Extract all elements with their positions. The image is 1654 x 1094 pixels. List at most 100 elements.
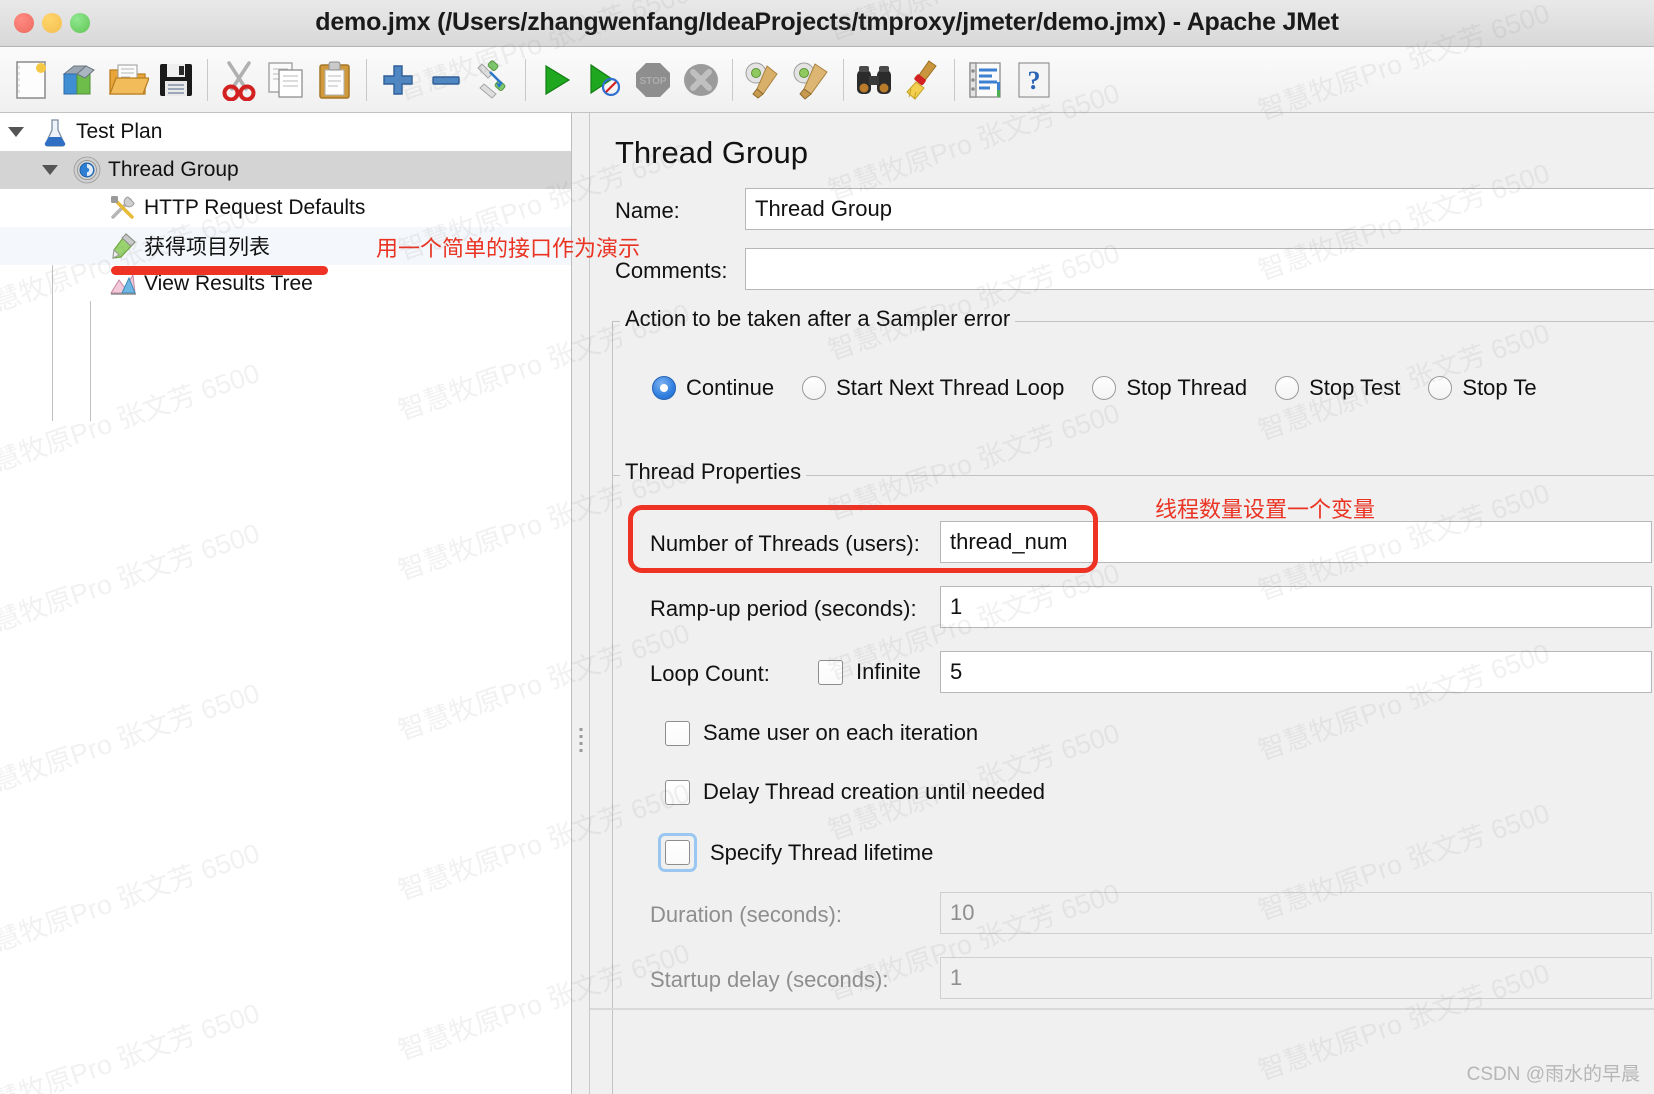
shutdown-icon	[684, 63, 718, 96]
specify-lifetime-focus-ring	[658, 833, 697, 872]
expand-all-button[interactable]	[374, 53, 422, 107]
radio-stop-test-now-label: Stop Te	[1462, 375, 1537, 400]
radio-stop-thread[interactable]: Stop Thread	[1092, 375, 1247, 401]
start-button[interactable]	[533, 53, 581, 107]
splitter-grip[interactable]	[579, 728, 582, 752]
toggle-icon	[477, 59, 506, 99]
stop-button[interactable]: STOP	[629, 53, 677, 107]
cut-button[interactable]	[215, 53, 263, 107]
radio-stop-test-label: Stop Test	[1309, 375, 1401, 400]
help-button[interactable]: ?	[1010, 53, 1058, 107]
thread-group-editor: Thread Group Name: Thread Group Comments…	[590, 113, 1654, 1094]
radio-stop-test[interactable]: Stop Test	[1275, 375, 1400, 401]
tree-node-test-plan[interactable]: Test Plan	[0, 113, 571, 151]
startup-delay-input[interactable]: 1	[940, 957, 1652, 999]
start-no-pauses-button[interactable]	[581, 53, 629, 107]
name-label: Name:	[615, 198, 680, 223]
svg-text:STOP: STOP	[639, 76, 666, 87]
clear-icon	[745, 62, 778, 99]
radio-start-next-thread-loop-label: Start Next Thread Loop	[836, 375, 1065, 400]
clear-button[interactable]	[740, 53, 788, 107]
play-icon	[545, 64, 571, 95]
infinite-checkbox[interactable]	[818, 659, 843, 685]
toggle-button[interactable]	[470, 53, 518, 107]
sampler-error-caption: Action to be taken after a Sampler error	[620, 306, 1016, 332]
delay-thread-label: Delay Thread creation until needed	[703, 779, 1046, 804]
clear-all-button[interactable]	[788, 53, 836, 107]
radio-stop-test-now-indicator[interactable]	[1428, 376, 1453, 400]
specify-lifetime-checkbox[interactable]	[665, 840, 690, 865]
function-helper-button[interactable]	[899, 53, 947, 107]
paste-button[interactable]	[311, 53, 359, 107]
tree-node-label: Thread Group	[108, 158, 239, 181]
sampler-underline-annotation	[111, 266, 328, 275]
thread-group-icon	[73, 156, 101, 184]
toolbar-separator	[843, 58, 844, 101]
delay-thread-checkbox[interactable]	[665, 779, 690, 805]
radio-continue-indicator[interactable]	[652, 376, 676, 400]
save-button[interactable]	[152, 53, 200, 107]
save-disk-icon	[160, 63, 192, 96]
toolbar-separator	[366, 58, 367, 101]
toggle-log-button[interactable]	[962, 53, 1010, 107]
duration-input[interactable]: 10	[940, 892, 1652, 934]
window-title: demo.jmx (/Users/zhangwenfang/IdeaProjec…	[315, 8, 1339, 36]
same-user-checkbox[interactable]	[665, 720, 690, 746]
window-title-bar: demo.jmx (/Users/zhangwenfang/IdeaProjec…	[0, 0, 1654, 47]
radio-stop-thread-label: Stop Thread	[1126, 375, 1248, 400]
radio-stop-thread-indicator[interactable]	[1092, 376, 1117, 400]
sampler-note-annotation: 用一个简单的接口作为演示	[376, 236, 641, 261]
ramp-up-input[interactable]: 1	[940, 586, 1652, 628]
radio-continue-label: Continue	[686, 375, 775, 400]
radio-continue[interactable]: Continue	[652, 375, 774, 401]
copy-button[interactable]	[263, 53, 311, 107]
number-of-threads-input[interactable]: thread_num	[940, 521, 1652, 563]
loop-count-input[interactable]: 5	[940, 651, 1652, 693]
copy-icon	[268, 61, 303, 98]
thread-properties-caption: Thread Properties	[620, 459, 807, 485]
name-input[interactable]: Thread Group	[745, 188, 1654, 230]
tree-node-thread-group[interactable]: Thread Group	[0, 151, 571, 189]
csdn-watermark: CSDN @雨水的早晨	[1466, 1064, 1640, 1085]
search-button[interactable]	[851, 53, 899, 107]
toolbar-separator	[954, 58, 955, 101]
group-border-left	[612, 321, 613, 481]
infinite-checkbox-item[interactable]: Infinite	[818, 659, 921, 685]
shutdown-button[interactable]	[677, 53, 725, 107]
collapse-all-button[interactable]	[422, 53, 470, 107]
stop-sign-icon: STOP	[636, 62, 670, 97]
help-icon: ?	[1018, 61, 1050, 98]
comments-input[interactable]	[745, 248, 1654, 290]
jmeter-window: demo.jmx (/Users/zhangwenfang/IdeaProjec…	[0, 0, 1654, 1094]
open-button[interactable]	[104, 53, 152, 107]
tree-node-http-request-defaults[interactable]: HTTP Request Defaults	[0, 189, 571, 227]
test-plan-icon	[44, 119, 66, 147]
new-button[interactable]	[8, 53, 56, 107]
radio-start-next-thread-loop[interactable]: Start Next Thread Loop	[802, 375, 1064, 401]
infinite-label: Infinite	[856, 659, 921, 684]
ramp-up-label: Ramp-up period (seconds):	[650, 596, 917, 621]
radio-start-next-thread-loop-indicator[interactable]	[802, 376, 827, 400]
sampler-error-radio-group[interactable]: Continue Start Next Thread Loop Stop Thr…	[652, 375, 1537, 401]
delay-thread-checkbox-item[interactable]: Delay Thread creation until needed	[665, 779, 1045, 805]
same-user-checkbox-item[interactable]: Same user on each iteration	[665, 720, 978, 746]
main-toolbar: STOP ?	[0, 47, 1654, 113]
open-folder-icon	[109, 64, 149, 95]
radio-stop-test-indicator[interactable]	[1275, 376, 1300, 400]
chevron-down-icon[interactable]	[8, 127, 24, 137]
startup-delay-label: Startup delay (seconds):	[650, 967, 889, 992]
threads-note-annotation: 线程数量设置一个变量	[1155, 497, 1376, 522]
specify-lifetime-checkbox-item[interactable]: Specify Thread lifetime	[658, 833, 933, 872]
config-element-icon	[111, 196, 135, 219]
chevron-down-icon[interactable]	[42, 165, 58, 175]
clear-all-icon	[793, 62, 828, 100]
templates-button[interactable]	[56, 53, 104, 107]
plus-icon	[383, 64, 413, 95]
tree-node-label: Test Plan	[76, 120, 163, 143]
tree-node-label: 获得项目列表	[144, 236, 270, 259]
tree-guide-line	[90, 301, 91, 421]
duration-label: Duration (seconds):	[650, 902, 842, 927]
http-sampler-icon	[112, 233, 136, 259]
same-user-label: Same user on each iteration	[703, 720, 979, 745]
radio-stop-test-now[interactable]: Stop Te	[1428, 375, 1537, 401]
